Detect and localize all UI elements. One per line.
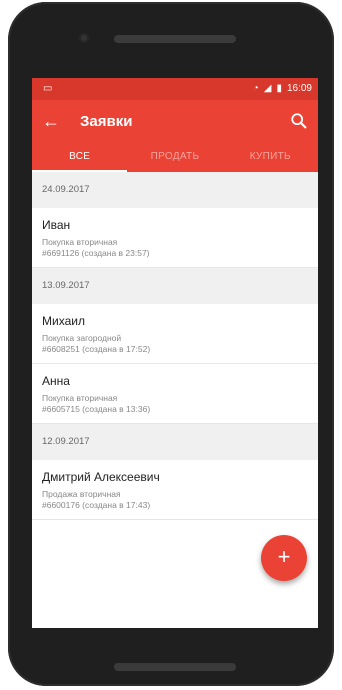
- tab-indicator: [32, 170, 128, 172]
- tab-buy[interactable]: КУПИТЬ: [223, 142, 318, 172]
- status-bar: ▭ ◔ ◢ ▮ 16:09: [32, 78, 318, 100]
- notification-icon: ▭: [43, 83, 53, 94]
- item-name: Дмитрий Алексеевич: [42, 470, 160, 484]
- signal-icon: ◢: [263, 83, 272, 94]
- app-bar: ← Заявки: [32, 100, 318, 142]
- list-item[interactable]: Дмитрий Алексеевич Продажа вторичная #66…: [32, 460, 318, 520]
- item-type: Покупка вторичная: [42, 393, 118, 403]
- tab-all[interactable]: ВСЕ: [32, 142, 127, 172]
- top-speaker: [114, 35, 236, 43]
- page-title: Заявки: [80, 112, 133, 130]
- add-request-button[interactable]: +: [261, 535, 307, 581]
- search-icon[interactable]: [290, 112, 308, 130]
- item-type: Покупка загородной: [42, 333, 122, 343]
- list-item[interactable]: Михаил Покупка загородной #6608251 (созд…: [32, 304, 318, 364]
- date-header: 13.09.2017: [32, 268, 318, 304]
- list-item[interactable]: Иван Покупка вторичная #6691126 (создана…: [32, 208, 318, 268]
- tab-bar: ВСЕ ПРОДАТЬ КУПИТЬ: [32, 142, 318, 172]
- item-meta: #6605715 (создана в 13:36): [42, 404, 151, 414]
- tab-sell[interactable]: ПРОДАТЬ: [127, 142, 222, 172]
- bottom-speaker: [114, 663, 236, 671]
- item-meta: #6608251 (создана в 17:52): [42, 344, 151, 354]
- status-time: 16:09: [286, 83, 312, 94]
- requests-list: 24.09.2017 Иван Покупка вторичная #66911…: [32, 172, 318, 520]
- date-header: 24.09.2017: [32, 172, 318, 208]
- arrow-left-icon[interactable]: ←: [42, 111, 70, 132]
- item-type: Продажа вторичная: [42, 489, 121, 499]
- phone-frame: ▭ ◔ ◢ ▮ 16:09 ← Заявки ВСЕ ПРОДАТЬ КУПИТ…: [8, 2, 334, 686]
- item-name: Иван: [42, 218, 71, 232]
- front-camera: [79, 33, 89, 43]
- wifi-icon: ◔: [252, 83, 259, 94]
- list-item[interactable]: Анна Покупка вторичная #6605715 (создана…: [32, 364, 318, 424]
- item-name: Михаил: [42, 314, 85, 328]
- item-meta: #6600176 (создана в 17:43): [42, 500, 151, 510]
- item-meta: #6691126 (создана в 23:57): [42, 248, 150, 258]
- battery-icon: ▮: [276, 83, 282, 94]
- item-name: Анна: [42, 374, 70, 388]
- date-header: 12.09.2017: [32, 424, 318, 460]
- item-type: Покупка вторичная: [42, 237, 118, 247]
